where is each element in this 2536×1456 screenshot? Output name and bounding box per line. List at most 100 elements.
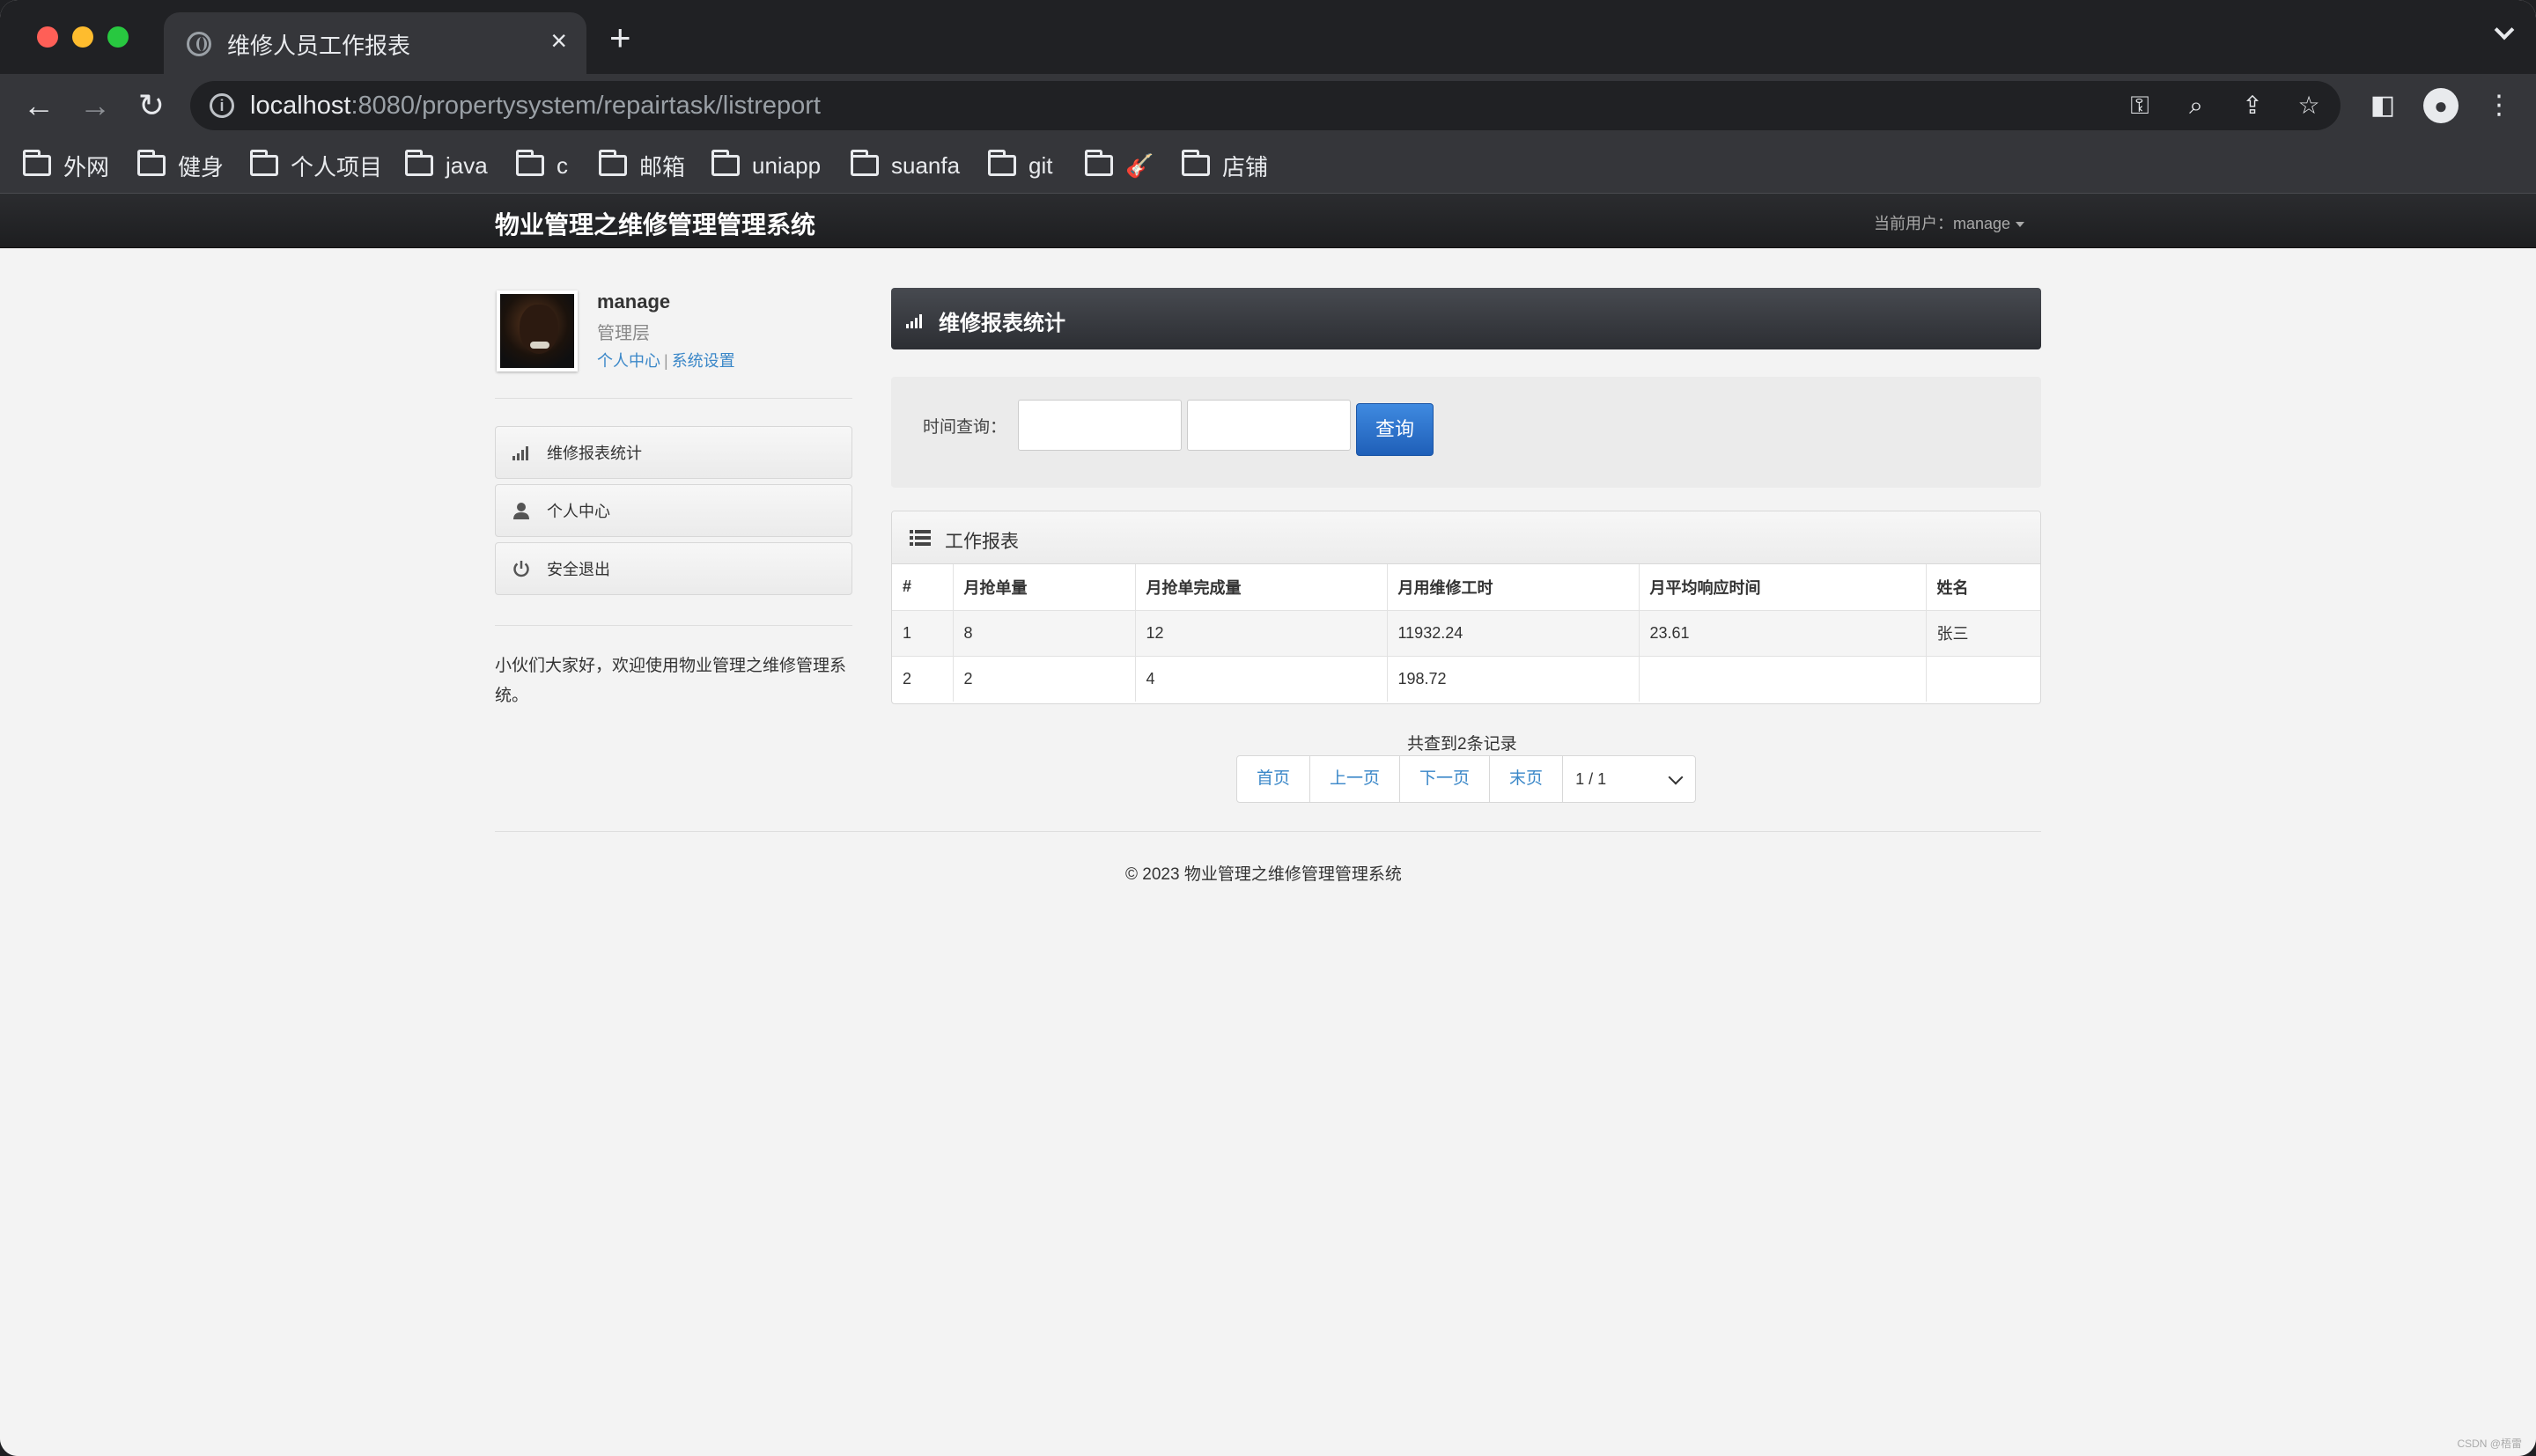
new-tab-button[interactable]: + — [609, 19, 631, 56]
start-date-input[interactable] — [1018, 400, 1182, 451]
bookmark-folder[interactable]: git — [988, 148, 1052, 183]
folder-icon — [1085, 150, 1113, 176]
share-icon[interactable]: ⇪ — [2237, 90, 2268, 121]
column-header: 姓名 — [1926, 564, 2040, 611]
divider — [495, 625, 852, 626]
sidebar-item-personal-center[interactable]: 个人中心 — [495, 484, 852, 537]
first-page-link[interactable]: 首页 — [1237, 756, 1311, 802]
divider — [495, 398, 852, 399]
bookmark-folder[interactable]: 个人项目 — [250, 148, 382, 183]
forward-arrow-icon[interactable]: → — [76, 86, 114, 125]
chevron-down-icon[interactable] — [2494, 19, 2515, 40]
page-select[interactable]: 1 / 1 — [1563, 756, 1695, 802]
divider — [495, 831, 2041, 832]
close-window-button[interactable] — [37, 26, 58, 48]
back-arrow-icon[interactable]: ← — [19, 86, 58, 125]
next-page-link[interactable]: 下一页 — [1400, 756, 1491, 802]
table-row: 1 8 12 11932.24 23.61 张三 — [892, 610, 2040, 657]
url-text[interactable]: localhost:8080/propertysystem/repairtask… — [250, 92, 821, 121]
link-separator: | — [664, 352, 668, 370]
folder-icon — [516, 150, 544, 176]
last-page-link[interactable]: 末页 — [1490, 756, 1564, 802]
system-settings-link[interactable]: 系统设置 — [672, 352, 735, 370]
bookmark-folder[interactable]: suanfa — [851, 148, 960, 183]
watermark: CSDN @梧雷 — [2457, 1438, 2522, 1450]
folder-icon — [851, 150, 879, 176]
welcome-text: 小伙们大家好，欢迎使用物业管理之维修管理系统。 — [495, 657, 847, 705]
bookmark-folder[interactable]: 🎸 — [1085, 148, 1154, 183]
zoom-icon[interactable]: ⌕ — [2180, 90, 2212, 121]
bookmark-folder[interactable]: 店铺 — [1182, 148, 1268, 183]
table-cell: 8 — [953, 610, 1136, 657]
tab-close-icon[interactable]: × — [550, 25, 567, 56]
query-button[interactable]: 查询 — [1356, 403, 1434, 456]
signal-icon — [512, 443, 531, 462]
user-icon — [512, 501, 531, 520]
address-bar[interactable]: i localhost:8080/propertysystem/repairta… — [190, 81, 2341, 130]
side-panel-icon[interactable]: ◧ — [2365, 88, 2400, 123]
kebab-menu-icon[interactable]: ⋮ — [2481, 88, 2517, 123]
table-cell: 2 — [892, 656, 954, 702]
report-header: 工作报表 — [892, 511, 2040, 564]
profile-links: 个人中心 | 系统设置 — [597, 349, 735, 371]
bookmark-folder[interactable]: java — [405, 148, 488, 183]
star-icon[interactable]: ☆ — [2293, 90, 2325, 121]
current-user-menu[interactable]: 当前用户：manage — [1874, 211, 2025, 234]
bookmark-folder[interactable]: 外网 — [23, 148, 109, 183]
browser-window: 维修人员工作报表 × + ← → ↻ i localhost:8080/prop… — [0, 0, 2536, 1456]
reload-icon[interactable]: ↻ — [132, 86, 171, 125]
folder-icon — [405, 150, 433, 176]
pagination: 首页 上一页 下一页 末页 1 / 1 — [1236, 755, 1697, 803]
sidebar-item-logout[interactable]: 安全退出 — [495, 542, 852, 595]
table-header-row: # 月抢单量 月抢单完成量 月用维修工时 月平均响应时间 姓名 — [892, 564, 2040, 611]
column-header: 月平均响应时间 — [1639, 564, 1927, 611]
section-header: 维修报表统计 — [891, 288, 2041, 349]
bookmark-folder[interactable]: 邮箱 — [599, 148, 685, 183]
bookmark-folder[interactable]: uniapp — [711, 148, 821, 183]
folder-icon — [711, 150, 740, 176]
column-header: 月抢单完成量 — [1135, 564, 1388, 611]
brand-title[interactable]: 物业管理之维修管理管理系统 — [495, 206, 815, 241]
folder-icon — [250, 150, 278, 176]
report-table: # 月抢单量 月抢单完成量 月用维修工时 月平均响应时间 姓名 1 8 12 1… — [892, 564, 2040, 702]
bookmarks-bar: 外网 健身 个人项目 java c 邮箱 uniapp suanfa git 🎸… — [0, 137, 2536, 194]
bookmark-folder[interactable]: 健身 — [137, 148, 224, 183]
maximize-window-button[interactable] — [107, 26, 129, 48]
table-cell: 4 — [1135, 656, 1388, 702]
browser-toolbar: ← → ↻ i localhost:8080/propertysystem/re… — [0, 74, 2536, 137]
caret-down-icon — [2016, 222, 2025, 228]
globe-icon — [187, 32, 211, 56]
personal-center-link[interactable]: 个人中心 — [597, 352, 660, 370]
table-cell: 23.61 — [1639, 610, 1927, 657]
section-title: 维修报表统计 — [939, 312, 1065, 335]
sidebar-item-label: 个人中心 — [547, 503, 610, 520]
key-icon[interactable]: ⚿ — [2124, 90, 2156, 121]
table-cell: 张三 — [1926, 610, 2040, 657]
tab-title: 维修人员工作报表 — [227, 33, 411, 59]
bookmark-folder[interactable]: c — [516, 148, 568, 183]
minimize-window-button[interactable] — [72, 26, 93, 48]
report-title: 工作报表 — [945, 532, 1019, 552]
table-cell: 12 — [1135, 610, 1388, 657]
profile-icon[interactable]: ● — [2423, 88, 2459, 123]
power-icon — [512, 559, 531, 578]
search-panel: 时间查询： 查询 — [891, 377, 2041, 488]
table-cell: 2 — [953, 656, 1136, 702]
records-count: 共查到2条记录 — [1407, 735, 1517, 754]
table-row: 2 2 4 198.72 — [892, 656, 2040, 702]
prev-page-link[interactable]: 上一页 — [1310, 756, 1401, 802]
info-icon[interactable]: i — [210, 93, 234, 118]
sidebar-item-label: 安全退出 — [547, 561, 610, 578]
sidebar-item-repair-report[interactable]: 维修报表统计 — [495, 426, 852, 479]
end-date-input[interactable] — [1187, 400, 1351, 451]
signal-icon — [906, 314, 922, 328]
column-header: # — [892, 564, 954, 611]
column-header: 月用维修工时 — [1387, 564, 1640, 611]
folder-icon — [599, 150, 627, 176]
column-header: 月抢单量 — [953, 564, 1136, 611]
folder-icon — [137, 150, 166, 176]
footer-copyright: © 2023 物业管理之维修管理管理系统 — [1125, 865, 1402, 884]
table-cell — [1639, 656, 1927, 702]
table-cell: 11932.24 — [1387, 610, 1640, 657]
active-tab[interactable]: 维修人员工作报表 × — [164, 12, 586, 74]
